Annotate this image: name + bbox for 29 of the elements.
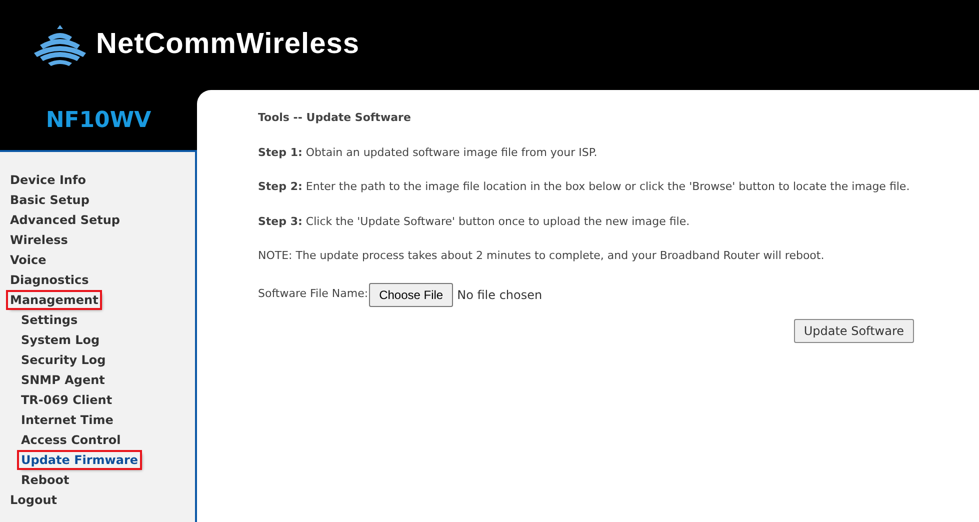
sidebar-item[interactable]: Reboot: [19, 472, 72, 488]
model-name: NF10WV: [46, 106, 152, 134]
sidebar-item[interactable]: Update Firmware: [19, 452, 140, 468]
update-software-button[interactable]: Update Software: [794, 318, 914, 342]
instruction-text: Step 1: Obtain an updated software image file from your ISP.: [258, 144, 598, 160]
instruction-text: Step 2: Enter the path to the image file location in the box below or click the 'Browse' button to locate the image file.: [258, 179, 911, 195]
wifi-logo-icon: [32, 23, 88, 67]
sidebar-item[interactable]: SNMP Agent: [19, 372, 107, 388]
page-title: Tools -- Update Software: [258, 110, 412, 126]
instruction-text: NOTE: The update process takes about 2 minutes to complete, and your Broadband Router will reboot.: [258, 248, 826, 264]
sidebar-item[interactable]: TR-069 Client: [19, 392, 114, 408]
sidebar-item[interactable]: Wireless: [8, 232, 70, 248]
sidebar-item[interactable]: Logout: [8, 492, 60, 508]
sidebar-item[interactable]: Access Control: [19, 432, 123, 448]
sidebar-item[interactable]: Device Info: [8, 172, 88, 188]
brand-logo: NetCommWireless: [96, 27, 360, 62]
sidebar-item[interactable]: Advanced Setup: [8, 212, 122, 228]
file-status: No file chosen: [457, 286, 542, 304]
sidebar-item[interactable]: Settings: [19, 312, 80, 328]
sidebar-item[interactable]: Management: [8, 292, 100, 308]
instruction-text: Step 3: Click the 'Update Software' button once to upload the new image file.: [258, 214, 691, 230]
sidebar-item[interactable]: Diagnostics: [8, 272, 91, 288]
field-label: Software File Name:: [258, 286, 368, 302]
sidebar-item[interactable]: Basic Setup: [8, 192, 92, 208]
sidebar-item[interactable]: Internet Time: [19, 412, 116, 428]
sidebar-item[interactable]: System Log: [19, 332, 102, 348]
sidebar-item[interactable]: Voice: [8, 252, 48, 268]
sidebar-item[interactable]: Security Log: [19, 352, 108, 368]
choose-file-button[interactable]: Choose File: [369, 282, 454, 306]
